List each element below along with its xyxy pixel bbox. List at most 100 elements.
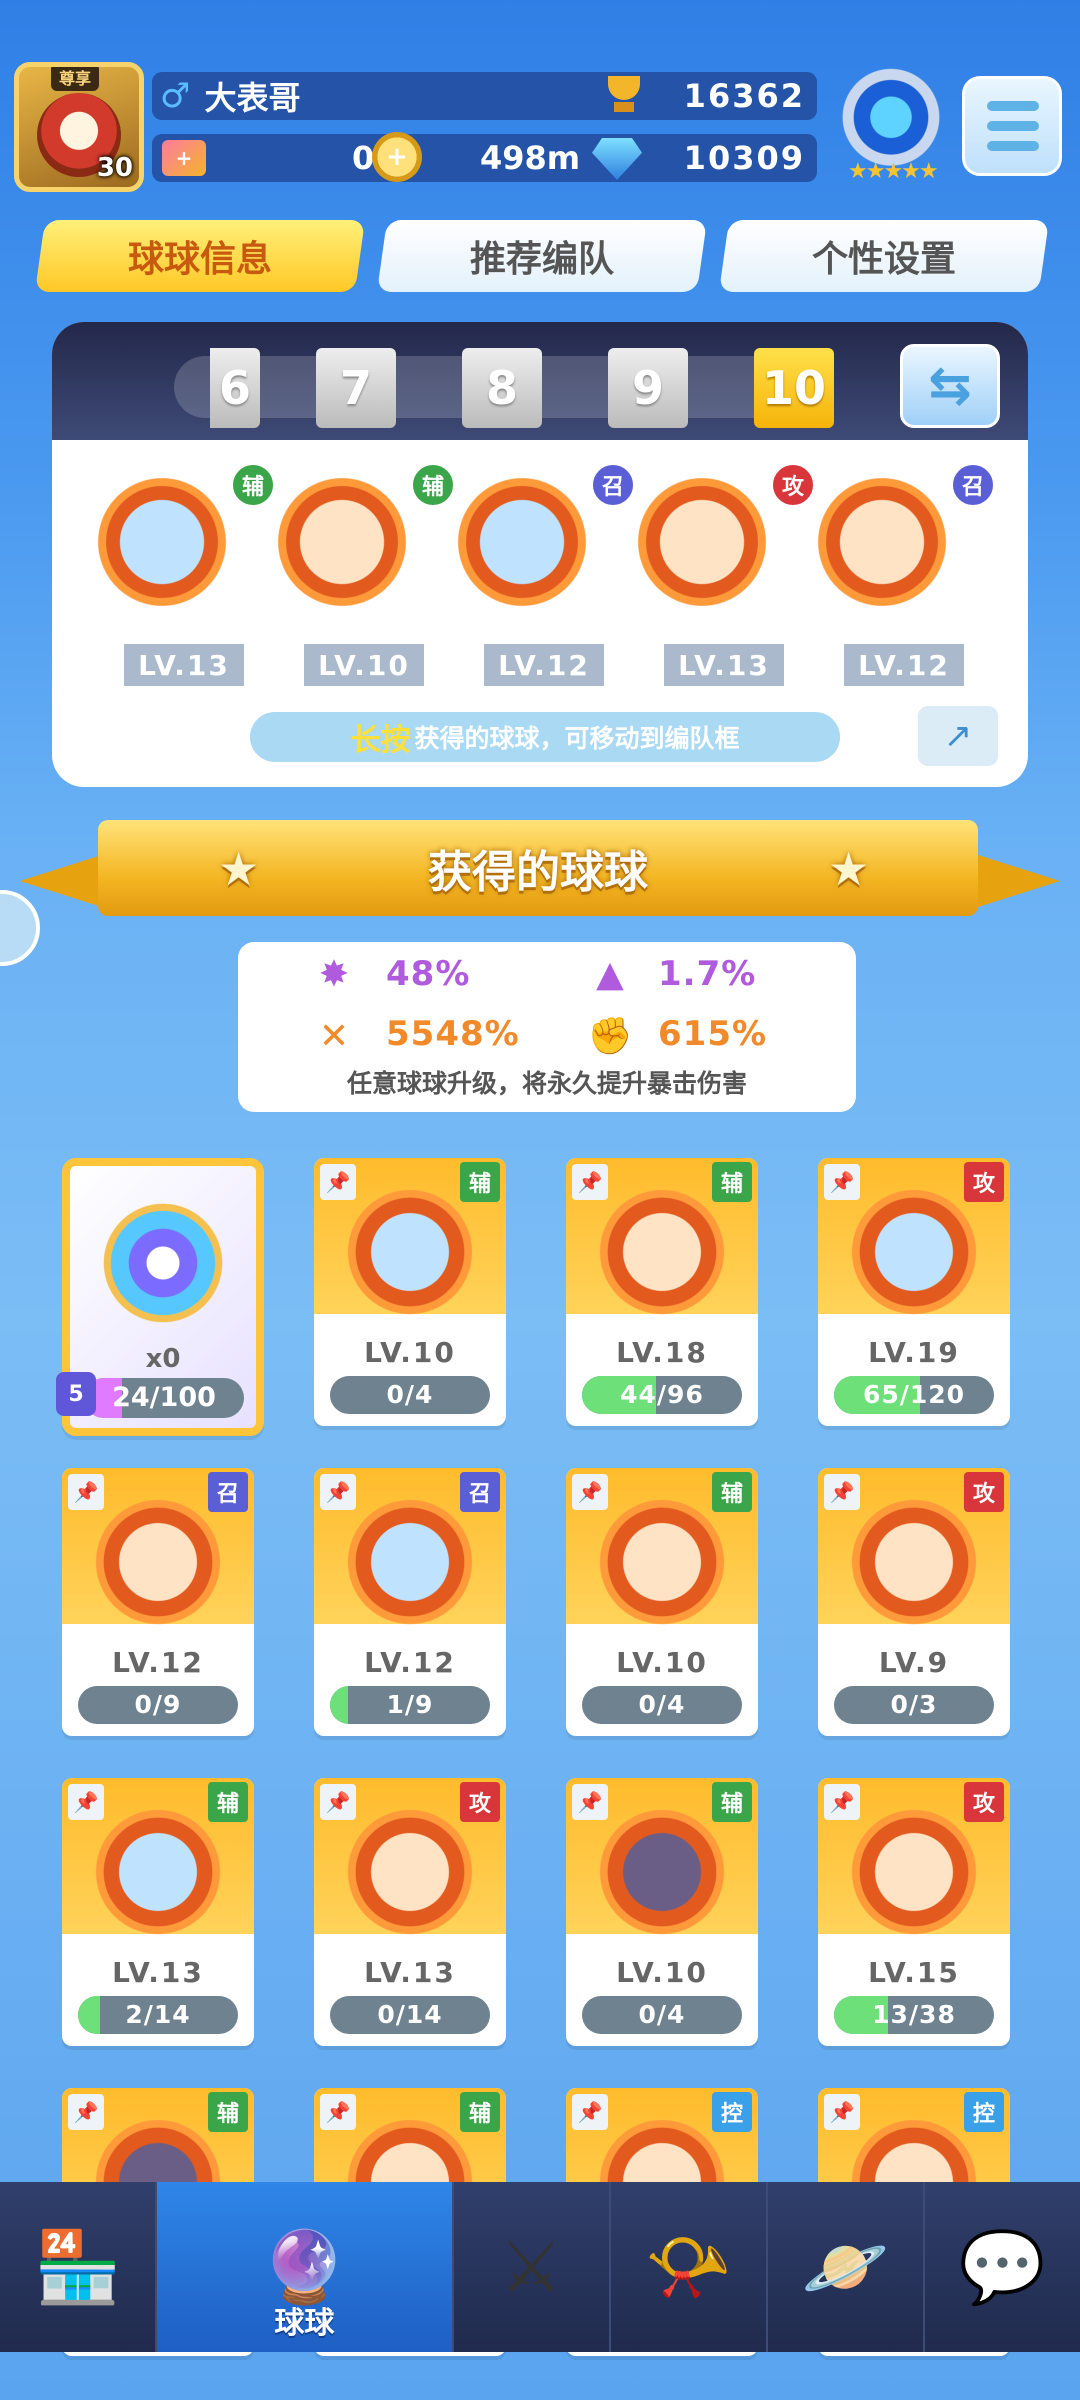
trophy-value: 16362 bbox=[683, 77, 805, 115]
male-symbol-icon: ♂ bbox=[160, 76, 191, 116]
ball-portrait-icon bbox=[594, 1804, 730, 1940]
ball-level: LV.13 bbox=[112, 1956, 204, 1989]
whistle-icon: 📯 bbox=[644, 2225, 732, 2308]
ticket-icon[interactable]: + bbox=[162, 140, 206, 176]
upgrade-progress-bar: 13/38 bbox=[834, 1996, 994, 2034]
team-slot-9[interactable]: 9 bbox=[608, 348, 688, 428]
team-ball-3[interactable] bbox=[452, 472, 592, 612]
team-ball-4[interactable] bbox=[632, 472, 772, 612]
rank-badge[interactable]: ★★★★★ bbox=[832, 66, 950, 188]
nav-whistle[interactable]: 📯 bbox=[611, 2182, 768, 2352]
upgrade-progress-bar: 2/14 bbox=[78, 1996, 238, 2034]
pin-icon[interactable]: 📌 bbox=[824, 1164, 860, 1200]
ball-card[interactable]: 📌 辅 LV.10 0/4 bbox=[314, 1158, 506, 1426]
ball-card[interactable]: 📌 辅 LV.13 2/14 bbox=[62, 1778, 254, 2046]
stat-damage-bonus: 615% bbox=[658, 1014, 768, 1054]
player-level: 30 bbox=[96, 153, 133, 183]
side-floating-button[interactable] bbox=[0, 890, 40, 966]
nav-balls[interactable]: 🔮 球球 bbox=[157, 2182, 454, 2352]
gold-coin-icon[interactable]: + bbox=[372, 132, 422, 182]
slot-number: 7 bbox=[339, 361, 372, 415]
tab-personal-settings[interactable]: 个性设置 bbox=[718, 220, 1050, 292]
pin-icon[interactable]: 📌 bbox=[320, 2094, 356, 2130]
pin-icon[interactable]: 📌 bbox=[572, 2094, 608, 2130]
menu-button[interactable] bbox=[962, 76, 1062, 176]
upgrade-progress-text: 0/4 bbox=[386, 1380, 434, 1409]
ball-card[interactable]: 📌 召 LV.12 0/9 bbox=[62, 1468, 254, 1736]
ball-role-tag: 辅 bbox=[460, 1162, 500, 1202]
ball-card[interactable]: 📌 召 LV.12 1/9 bbox=[314, 1468, 506, 1736]
pin-icon[interactable]: 📌 bbox=[572, 1474, 608, 1510]
slot-number: 6 bbox=[218, 361, 251, 415]
team-ball-1[interactable] bbox=[92, 472, 232, 612]
pin-icon[interactable]: 📌 bbox=[824, 1784, 860, 1820]
stat-crit-bonus: 1.7% bbox=[658, 954, 757, 994]
nav-battle[interactable]: ⚔ bbox=[454, 2182, 611, 2352]
pin-icon[interactable]: 📌 bbox=[68, 1474, 104, 1510]
swap-icon: ⇆ bbox=[928, 356, 972, 416]
ball-card[interactable]: 📌 攻 LV.15 13/38 bbox=[818, 1778, 1010, 2046]
team-slot-10[interactable]: 10 bbox=[754, 348, 834, 428]
bottom-nav: 🏪 🔮 球球 ⚔ 📯 🪐 💬 bbox=[0, 2182, 1080, 2352]
tab-label: 推荐编队 bbox=[469, 239, 614, 280]
nav-chat[interactable]: 💬 bbox=[925, 2182, 1080, 2352]
upgrade-progress-text: 13/38 bbox=[872, 2000, 956, 2029]
ball-portrait-icon bbox=[846, 1494, 982, 1630]
ball-level: LV.13 bbox=[364, 1956, 456, 1989]
pin-icon[interactable]: 📌 bbox=[572, 1784, 608, 1820]
ball-card[interactable]: 📌 攻 LV.13 0/14 bbox=[314, 1778, 506, 2046]
shard-progress-bar: 24/100 bbox=[84, 1378, 244, 1418]
stat-crit-rate: 48% bbox=[386, 954, 471, 994]
pin-icon[interactable]: 📌 bbox=[572, 1164, 608, 1200]
ball-card[interactable]: 📌 攻 LV.9 0/3 bbox=[818, 1468, 1010, 1736]
pin-icon[interactable]: 📌 bbox=[824, 2094, 860, 2130]
upgrade-progress-text: 1/9 bbox=[386, 1690, 434, 1719]
ball-level: LV.10 bbox=[616, 1956, 708, 1989]
ball-card[interactable]: 📌 辅 LV.10 0/4 bbox=[566, 1778, 758, 2046]
ball-card[interactable]: 📌 辅 LV.10 0/4 bbox=[566, 1468, 758, 1736]
pin-icon[interactable]: 📌 bbox=[68, 2094, 104, 2130]
ball-role-tag: 辅 bbox=[208, 1782, 248, 1822]
pin-icon[interactable]: 📌 bbox=[320, 1164, 356, 1200]
team-panel: 6 7 8 9 10 ⇆ 辅 LV.13 辅 LV.10 召 LV.12 攻 L… bbox=[52, 322, 1028, 787]
ball-card[interactable]: 📌 辅 LV.18 44/96 bbox=[566, 1158, 758, 1426]
player-name-bar: ♂ 大表哥 16362 bbox=[152, 72, 817, 120]
planet-icon: 🪐 bbox=[801, 2225, 889, 2308]
ball-level: LV.18 bbox=[616, 1336, 708, 1369]
team-ball-2[interactable] bbox=[272, 472, 412, 612]
team-ball-level: LV.10 bbox=[304, 644, 424, 686]
share-button[interactable]: ↗ bbox=[918, 706, 998, 766]
nav-planet[interactable]: 🪐 bbox=[768, 2182, 925, 2352]
ball-level: LV.12 bbox=[112, 1646, 204, 1679]
nav-shop[interactable]: 🏪 bbox=[0, 2182, 158, 2352]
team-ball-level: LV.12 bbox=[844, 644, 964, 686]
fist-icon: ✊ bbox=[587, 1016, 633, 1057]
player-name: 大表哥 bbox=[204, 79, 301, 117]
team-ball-level: LV.13 bbox=[664, 644, 784, 686]
chat-icon: 💬 bbox=[958, 2225, 1047, 2308]
swap-team-button[interactable]: ⇆ bbox=[900, 344, 1000, 428]
team-slot-8[interactable]: 8 bbox=[462, 348, 542, 428]
ball-portrait-icon bbox=[90, 1804, 226, 1940]
stat-crit-damage: 5548% bbox=[386, 1014, 520, 1054]
star-icon: ★ bbox=[218, 842, 260, 896]
player-avatar[interactable]: 尊享 30 bbox=[14, 62, 144, 192]
pin-icon[interactable]: 📌 bbox=[68, 1784, 104, 1820]
pin-icon[interactable]: 📌 bbox=[320, 1784, 356, 1820]
universal-shard-card[interactable]: x0 24/100 5 bbox=[56, 1158, 264, 1436]
team-slot-6[interactable]: 6 bbox=[210, 348, 260, 428]
tab-recommended-team[interactable]: 推荐编队 bbox=[376, 220, 708, 292]
ball-role-tag: 辅 bbox=[410, 462, 456, 508]
tab-ball-info[interactable]: 球球信息 bbox=[34, 220, 366, 292]
pin-icon[interactable]: 📌 bbox=[320, 1474, 356, 1510]
slot-number: 9 bbox=[631, 361, 664, 415]
vip-badge: 尊享 bbox=[51, 67, 100, 91]
team-slot-7[interactable]: 7 bbox=[316, 348, 396, 428]
team-ball-5[interactable] bbox=[812, 472, 952, 612]
ball-role-tag: 辅 bbox=[712, 1782, 752, 1822]
pin-icon[interactable]: 📌 bbox=[824, 1474, 860, 1510]
ball-card[interactable]: 📌 攻 LV.19 65/120 bbox=[818, 1158, 1010, 1426]
diamond-icon[interactable] bbox=[592, 138, 642, 180]
upgrade-progress-bar: 1/9 bbox=[330, 1686, 490, 1724]
ball-role-tag: 辅 bbox=[460, 2092, 500, 2132]
